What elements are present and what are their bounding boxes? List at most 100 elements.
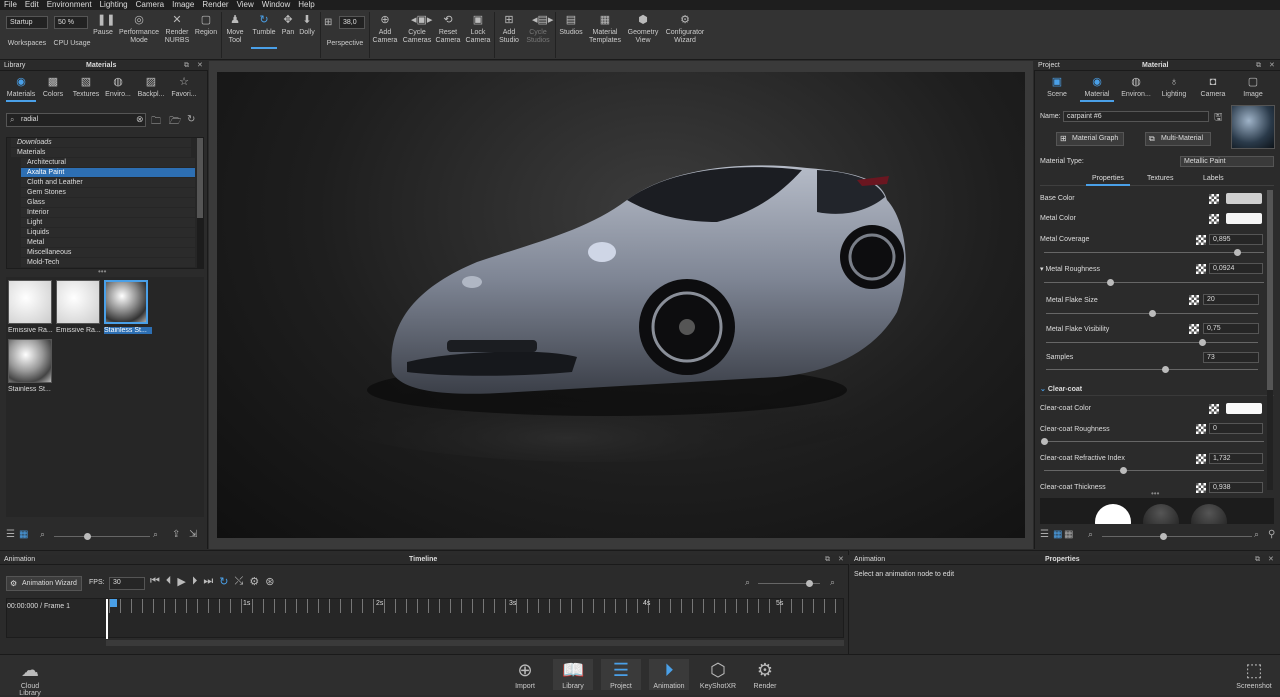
texture-slot-icon[interactable]: [1196, 235, 1206, 245]
render-viewport[interactable]: [217, 72, 1025, 538]
step-forward-icon[interactable]: ⏵: [192, 575, 198, 591]
menu-image[interactable]: Image: [172, 0, 194, 10]
tab-scene[interactable]: ▣ Scene: [1042, 76, 1072, 98]
animation-wizard-button[interactable]: ⚙ Animation Wizard: [6, 576, 82, 591]
pause-button[interactable]: ❚❚ Pause: [91, 14, 115, 37]
menu-view[interactable]: View: [237, 0, 254, 10]
add-camera-button[interactable]: ⊕ Add Camera: [371, 14, 399, 45]
tab-image[interactable]: ▢ Image: [1238, 76, 1268, 98]
texture-slot-icon[interactable]: [1189, 295, 1199, 305]
studios-button[interactable]: ▤ Studios: [557, 14, 585, 37]
clear-search-icon[interactable]: ⊗: [136, 114, 144, 125]
move-tool-button[interactable]: ♟ Move Tool: [223, 14, 247, 45]
eyedropper-icon[interactable]: ⚲: [1268, 529, 1275, 540]
tree-item-glass[interactable]: Glass: [21, 198, 195, 208]
texture-slot-icon[interactable]: [1196, 264, 1206, 274]
render-nurbs-button[interactable]: ✕ Render NURBS: [163, 14, 191, 45]
clear-coat-color-swatch[interactable]: [1226, 403, 1262, 414]
library-float-icon[interactable]: ⧉: [184, 61, 189, 71]
material-graph-button[interactable]: ⊞ Material Graph: [1056, 132, 1124, 146]
properties-close-icon[interactable]: ✕: [1268, 555, 1274, 565]
library-button[interactable]: 📖 Library: [553, 659, 593, 690]
splitter-handle[interactable]: •••: [1151, 489, 1159, 498]
keyframe-icon[interactable]: ⤯: [235, 575, 244, 591]
menu-help[interactable]: Help: [298, 0, 314, 10]
menu-environment[interactable]: Environment: [47, 0, 92, 10]
menu-lighting[interactable]: Lighting: [100, 0, 128, 10]
project-float-icon[interactable]: ⧉: [1256, 61, 1261, 71]
new-folder-icon[interactable]: 🗁: [169, 114, 181, 131]
samples-value[interactable]: 73: [1203, 352, 1259, 363]
cpu-usage-select[interactable]: 50 %: [54, 16, 88, 29]
region-button[interactable]: ▢ Region: [193, 14, 219, 37]
animation-float-icon[interactable]: ⧉: [825, 555, 830, 565]
grid-view-icon[interactable]: ▦: [19, 529, 28, 540]
folder-icon[interactable]: 🗀: [151, 114, 161, 131]
animation-close-icon[interactable]: ✕: [838, 555, 844, 565]
clear-coat-roughness-slider[interactable]: [1041, 438, 1264, 445]
clear-coat-ri-slider[interactable]: [1044, 467, 1264, 474]
swatch-size-slider[interactable]: [1102, 533, 1252, 540]
keyshotxr-button[interactable]: ⬡ KeyShotXR: [698, 659, 738, 690]
metal-coverage-slider[interactable]: [1044, 249, 1264, 256]
cloud-library-button[interactable]: ☁ Cloud Library: [10, 659, 50, 697]
tree-item-downloads[interactable]: Downloads: [11, 138, 191, 148]
play-icon[interactable]: ▶: [177, 575, 185, 591]
zoom-out-icon[interactable]: ⌕: [1088, 529, 1093, 540]
library-search[interactable]: ⌕ radial ⊗: [6, 113, 146, 127]
animation-button[interactable]: ⏵ Animation: [649, 659, 689, 690]
tumble-button[interactable]: ↻ Tumble: [251, 14, 277, 49]
metal-flake-size-slider[interactable]: [1046, 310, 1258, 317]
tab-backplates[interactable]: ▨ Backpl...: [136, 76, 166, 98]
tree-item-materials[interactable]: Materials: [11, 148, 191, 158]
metal-flake-visibility-value[interactable]: 0,75: [1203, 323, 1259, 334]
properties-scrollbar[interactable]: [1267, 190, 1273, 490]
import-button[interactable]: ⊕ Import: [505, 659, 545, 690]
search-input[interactable]: radial: [21, 116, 38, 123]
multi-material-button[interactable]: ⧉ Multi-Material: [1145, 132, 1211, 146]
render-button[interactable]: ⚙ Render: [745, 659, 785, 690]
thumb-stainless-1[interactable]: [104, 280, 148, 324]
grid-large-icon[interactable]: ▦: [1064, 529, 1073, 540]
fps-field[interactable]: 30: [109, 577, 145, 590]
subtab-textures[interactable]: Textures: [1147, 175, 1173, 182]
skip-start-icon[interactable]: ⏮: [150, 575, 160, 591]
metal-flake-visibility-slider[interactable]: [1046, 339, 1258, 346]
tab-favorites[interactable]: ☆ Favori...: [169, 76, 199, 98]
properties-float-icon[interactable]: ⧉: [1255, 555, 1260, 565]
tree-item-gem-stones[interactable]: Gem Stones: [21, 188, 195, 198]
tab-lighting[interactable]: ♁ Lighting: [1158, 76, 1190, 98]
metal-coverage-value[interactable]: 0,895: [1209, 234, 1263, 245]
texture-slot-icon[interactable]: [1196, 483, 1206, 493]
menu-window[interactable]: Window: [262, 0, 290, 10]
texture-slot-icon[interactable]: [1209, 404, 1219, 414]
clear-coat-ri-value[interactable]: 1,732: [1209, 453, 1263, 464]
swatch-ball-dark[interactable]: [1191, 504, 1227, 524]
thumb-stainless-2[interactable]: [8, 339, 52, 383]
tab-environment[interactable]: ◍ Environ...: [1118, 76, 1154, 98]
playhead-marker[interactable]: [110, 599, 117, 607]
base-color-swatch[interactable]: [1226, 193, 1262, 204]
perspective-select[interactable]: Perspective: [324, 40, 366, 48]
project-button[interactable]: ☰ Project: [601, 659, 641, 690]
grid-view-icon[interactable]: ▦: [1053, 529, 1062, 540]
timeline-zoom-slider[interactable]: [758, 580, 820, 587]
clear-coat-thickness-value[interactable]: 0,938: [1209, 482, 1263, 493]
tree-item-liquids[interactable]: Liquids: [21, 228, 195, 238]
menu-camera[interactable]: Camera: [136, 0, 164, 10]
dolly-button[interactable]: ⬇ Dolly: [298, 14, 316, 37]
tree-item-metal[interactable]: Metal: [21, 238, 195, 248]
texture-slot-icon[interactable]: [1209, 194, 1219, 204]
tab-textures[interactable]: ▧ Textures: [70, 76, 102, 98]
list-view-icon[interactable]: ☰: [6, 529, 15, 540]
tree-item-mold-tech[interactable]: Mold-Tech: [21, 258, 195, 268]
configurator-wizard-button[interactable]: ⚙ Configurator Wizard: [663, 14, 707, 45]
cycle-cameras-button[interactable]: ◂▣▸ Cycle Cameras: [401, 14, 433, 45]
swatch-ball-white[interactable]: [1095, 504, 1131, 524]
pan-button[interactable]: ✥ Pan: [279, 14, 297, 37]
zoom-out-icon[interactable]: ⌕: [40, 529, 45, 540]
timeline-scrollbar[interactable]: [106, 640, 844, 646]
subtab-labels[interactable]: Labels: [1203, 175, 1224, 182]
metal-flake-size-value[interactable]: 20: [1203, 294, 1259, 305]
tree-item-axalta-paint[interactable]: Axalta Paint: [21, 168, 195, 178]
